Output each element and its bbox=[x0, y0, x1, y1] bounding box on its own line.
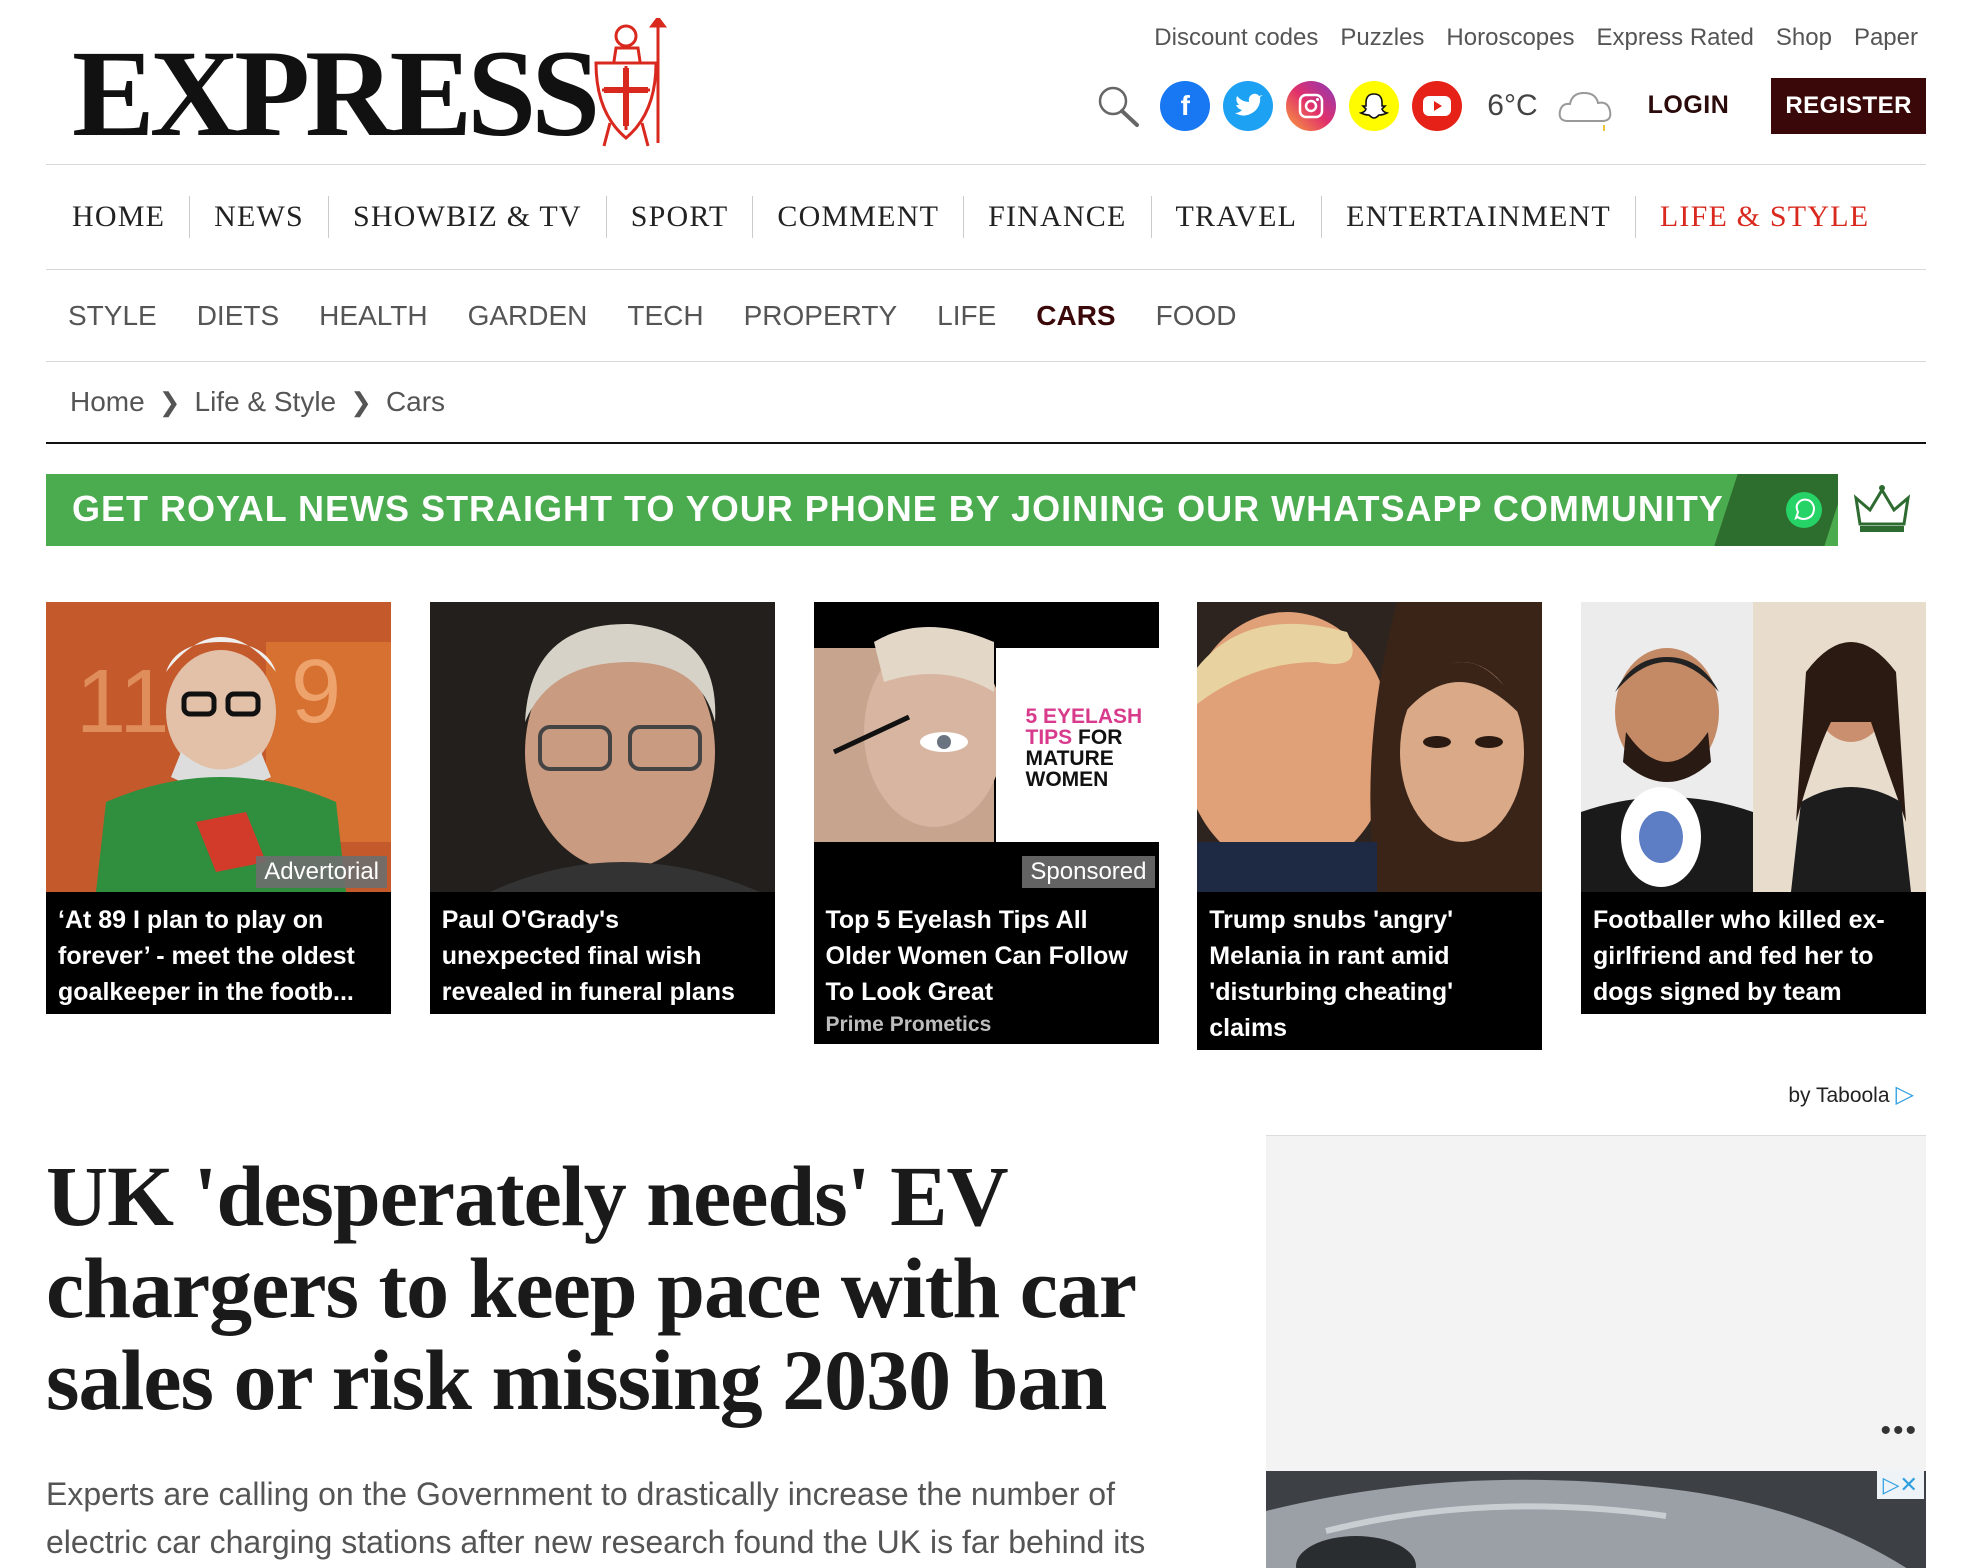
sponsored-cards: 9 11 Advertorial ‘At 89 I plan to play o… bbox=[46, 602, 1926, 1050]
login-link[interactable]: LOGIN bbox=[1648, 91, 1730, 120]
card-tag: Sponsored bbox=[1022, 856, 1155, 888]
nav-news[interactable]: NEWS bbox=[190, 196, 329, 238]
whatsapp-icon bbox=[1786, 492, 1822, 528]
card-eyelash-tips[interactable]: 5 EYELASH TIPS FOR MATURE WOMEN Sponsore… bbox=[813, 602, 1159, 1050]
card-image: 9 11 Advertorial bbox=[46, 602, 391, 892]
card-source: Prime Prometics bbox=[825, 1013, 992, 1036]
card-title: ‘At 89 I plan to play on forever’ - meet… bbox=[46, 892, 391, 1014]
link-shop[interactable]: Shop bbox=[1776, 24, 1832, 52]
svg-text:9: 9 bbox=[291, 642, 341, 742]
advertisement[interactable]: ••• ▷✕ bbox=[1266, 1135, 1926, 1568]
link-express-rated[interactable]: Express Rated bbox=[1596, 24, 1753, 52]
twitter-icon[interactable] bbox=[1223, 80, 1274, 131]
taboola-icon: ▷ bbox=[1895, 1081, 1914, 1108]
nav-sport[interactable]: SPORT bbox=[607, 196, 754, 238]
subnav-style[interactable]: STYLE bbox=[68, 300, 157, 332]
nav-life-style[interactable]: LIFE & STYLE bbox=[1636, 196, 1893, 238]
sub-nav: STYLE DIETS HEALTH GARDEN TECH PROPERTY … bbox=[46, 270, 1926, 362]
snapchat-icon[interactable] bbox=[1349, 80, 1400, 131]
taboola-label: by Taboola bbox=[1788, 1084, 1890, 1107]
more-options-icon[interactable]: ••• bbox=[1880, 1416, 1918, 1446]
instagram-icon[interactable] bbox=[1286, 80, 1337, 131]
header-tools: f 6°C LOGIN REGISTER bbox=[1096, 77, 1926, 134]
nav-travel[interactable]: TRAVEL bbox=[1152, 196, 1323, 238]
card-title: Footballer who killed ex-girlfriend and … bbox=[1581, 892, 1926, 1014]
svg-text:11: 11 bbox=[76, 652, 169, 752]
subnav-garden[interactable]: GARDEN bbox=[468, 300, 588, 332]
link-paper[interactable]: Paper bbox=[1854, 24, 1918, 52]
card-image bbox=[1197, 602, 1543, 892]
article-standfirst: Experts are calling on the Government to… bbox=[46, 1476, 1146, 1560]
crusader-knight-icon bbox=[594, 18, 667, 147]
nav-finance[interactable]: FINANCE bbox=[964, 196, 1152, 238]
crown-icon bbox=[1838, 474, 1926, 546]
chevron-right-icon: ❯ bbox=[350, 386, 372, 417]
link-discount-codes[interactable]: Discount codes bbox=[1154, 24, 1318, 52]
nav-comment[interactable]: COMMENT bbox=[753, 196, 965, 238]
cloud-icon bbox=[1558, 91, 1611, 131]
card-tag: Advertorial bbox=[256, 856, 387, 888]
subnav-life[interactable]: LIFE bbox=[937, 300, 996, 332]
card-oldest-goalkeeper[interactable]: 9 11 Advertorial ‘At 89 I plan to play o… bbox=[46, 602, 391, 1050]
card-image bbox=[429, 602, 775, 892]
facebook-icon[interactable]: f bbox=[1160, 80, 1211, 131]
masthead: EXPRESS Discount codes Puzzles Horoscope… bbox=[46, 0, 1926, 165]
card-title: Paul O'Grady's unexpected final wish rev… bbox=[429, 892, 775, 1014]
breadcrumb-life-style[interactable]: Life & Style bbox=[195, 386, 337, 418]
card-trump-melania[interactable]: Trump snubs 'angry' Melania in rant amid… bbox=[1197, 602, 1543, 1050]
card-paul-ogrady[interactable]: Paul O'Grady's unexpected final wish rev… bbox=[429, 602, 775, 1050]
card-title: Trump snubs 'angry' Melania in rant amid… bbox=[1197, 892, 1543, 1050]
link-horoscopes[interactable]: Horoscopes bbox=[1446, 24, 1574, 52]
card-image bbox=[1581, 602, 1926, 892]
top-links: Discount codes Puzzles Horoscopes Expres… bbox=[1154, 24, 1918, 52]
nav-entertainment[interactable]: ENTERTAINMENT bbox=[1322, 196, 1636, 238]
subnav-health[interactable]: HEALTH bbox=[319, 300, 427, 332]
subnav-diets[interactable]: DIETS bbox=[197, 300, 279, 332]
card-title: Top 5 Eyelash Tips All Older Women Can F… bbox=[813, 892, 1159, 1044]
card-footballer-signed[interactable]: Footballer who killed ex-girlfriend and … bbox=[1581, 602, 1926, 1050]
search-icon[interactable] bbox=[1096, 84, 1140, 128]
subnav-tech[interactable]: TECH bbox=[627, 300, 703, 332]
phone-icon bbox=[1714, 474, 1848, 546]
article-headline: UK 'desperately needs' EV chargers to ke… bbox=[46, 1148, 1136, 1428]
subnav-cars[interactable]: CARS bbox=[1036, 300, 1115, 332]
whatsapp-community-banner[interactable]: GET ROYAL NEWS STRAIGHT TO YOUR PHONE BY… bbox=[46, 474, 1926, 546]
temperature: 6°C bbox=[1487, 88, 1538, 122]
express-logo[interactable]: EXPRESS bbox=[72, 32, 600, 156]
chevron-right-icon: ❯ bbox=[158, 386, 181, 417]
register-button[interactable]: REGISTER bbox=[1771, 77, 1926, 134]
breadcrumb-home[interactable]: Home bbox=[70, 386, 145, 418]
main-nav: HOME NEWS SHOWBIZ & TV SPORT COMMENT FIN… bbox=[46, 165, 1926, 270]
taboola-attribution[interactable]: by Taboola ▷ bbox=[46, 1080, 1926, 1109]
article: UK 'desperately needs' EV chargers to ke… bbox=[46, 1150, 1206, 1566]
banner-text: GET ROYAL NEWS STRAIGHT TO YOUR PHONE BY… bbox=[72, 488, 1724, 529]
card-image-text: 5 EYELASH TIPS FOR MATURE WOMEN bbox=[1025, 705, 1143, 791]
link-puzzles[interactable]: Puzzles bbox=[1340, 24, 1424, 52]
subnav-food[interactable]: FOOD bbox=[1156, 300, 1237, 332]
nav-home[interactable]: HOME bbox=[50, 196, 191, 238]
youtube-icon[interactable] bbox=[1412, 80, 1463, 131]
adchoices-icon[interactable]: ▷✕ bbox=[1876, 1471, 1924, 1499]
card-image: 5 EYELASH TIPS FOR MATURE WOMEN Sponsore… bbox=[813, 602, 1159, 892]
ad-image bbox=[1266, 1471, 1926, 1568]
breadcrumb-cars[interactable]: Cars bbox=[386, 386, 445, 418]
breadcrumb: Home ❯ Life & Style ❯ Cars bbox=[46, 362, 1926, 444]
nav-showbiz-tv[interactable]: SHOWBIZ & TV bbox=[329, 196, 607, 238]
subnav-property[interactable]: PROPERTY bbox=[744, 300, 898, 332]
